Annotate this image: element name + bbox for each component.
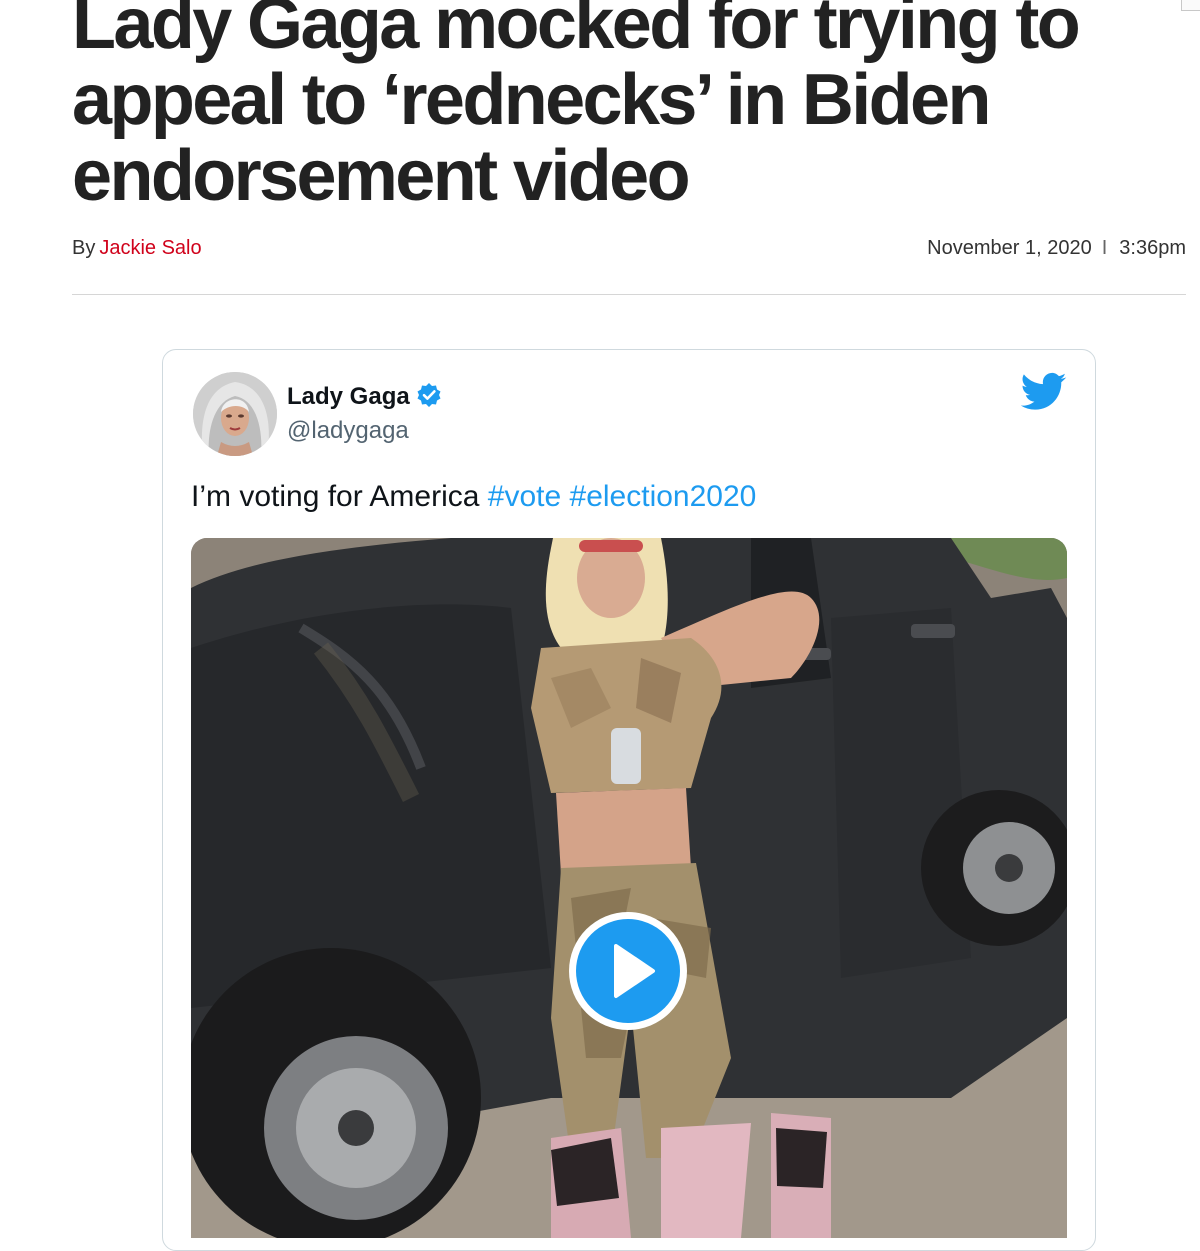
hashtag-vote[interactable]: #vote xyxy=(488,480,561,513)
tweet-body: I’m voting for America xyxy=(191,480,480,513)
tweet-handle[interactable]: @ladygaga xyxy=(287,416,409,446)
play-icon xyxy=(614,944,655,998)
article-headline: Lady Gaga mocked for trying to appeal to… xyxy=(72,0,1081,216)
play-button[interactable] xyxy=(569,912,687,1030)
byline-row: By Jackie Salo November 1, 2020 I 3:36pm xyxy=(72,234,1186,262)
tweet-video[interactable] xyxy=(191,538,1067,1238)
verified-badge-icon xyxy=(417,383,441,407)
twitter-bird-icon[interactable] xyxy=(1021,372,1067,412)
hashtag-election2020[interactable]: #election2020 xyxy=(570,480,757,513)
tweet-text: I’m voting for America #vote #election20… xyxy=(191,478,756,516)
byline-prefix: By xyxy=(72,237,96,259)
publish-dateline: November 1, 2020 I 3:36pm xyxy=(927,234,1186,262)
header-divider xyxy=(72,294,1186,295)
publish-date: November 1, 2020 xyxy=(927,237,1092,259)
dateline-separator: I xyxy=(1101,237,1108,259)
avatar[interactable] xyxy=(193,372,277,456)
embedded-tweet[interactable]: Lady Gaga @ladygaga I’m voting for Ameri… xyxy=(162,349,1096,1251)
video-thumbnail xyxy=(191,538,1067,1238)
window-corner-tab xyxy=(1181,0,1200,11)
avatar-photo xyxy=(193,372,277,456)
tweet-display-name: Lady Gaga xyxy=(287,383,410,410)
publish-time: 3:36pm xyxy=(1119,237,1186,259)
byline: By Jackie Salo xyxy=(72,234,202,262)
author-link[interactable]: Jackie Salo xyxy=(99,237,201,259)
tweet-author[interactable]: Lady Gaga xyxy=(287,382,442,412)
